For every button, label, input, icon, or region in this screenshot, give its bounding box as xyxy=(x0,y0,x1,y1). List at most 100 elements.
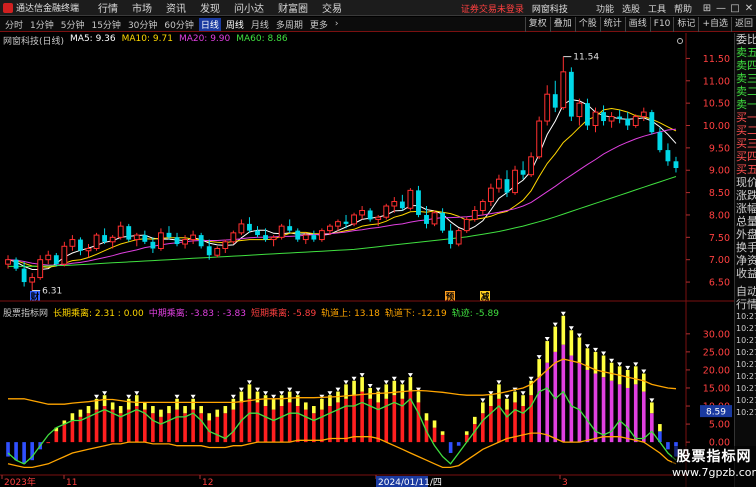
menu-bar: 通达信金融终端 行情 市场 资讯 发现 问小达 财富圈 交易 证券交易未登录 网… xyxy=(0,0,756,16)
menu-item-gongneng[interactable]: 功能 xyxy=(596,2,614,15)
period-60min[interactable]: 60分钟 xyxy=(162,18,195,31)
candle-body xyxy=(632,116,639,127)
signal-arrow xyxy=(391,376,397,381)
period-monthly[interactable]: 月线 xyxy=(249,18,271,31)
close-icon[interactable]: ✕ xyxy=(742,3,756,14)
indicator-bar xyxy=(22,442,26,464)
indicator-bar-cap xyxy=(134,395,139,407)
tick-time: 10:27 xyxy=(736,312,756,321)
candle-body xyxy=(576,102,583,118)
menu-item-wenxiaoda[interactable]: 问小达 xyxy=(234,0,264,15)
signal-arrow xyxy=(552,322,558,327)
indicator-axis-label: 5.00 xyxy=(709,420,730,431)
indicator-bar-cap xyxy=(633,366,638,385)
menu-item-jiaoyi[interactable]: 交易 xyxy=(322,0,342,15)
quote-field-10: 买五 xyxy=(736,163,756,176)
period-weekly[interactable]: 周线 xyxy=(224,18,246,31)
indicator-bar-cap xyxy=(497,384,501,399)
draw-line-button[interactable]: 画线 xyxy=(624,17,650,32)
menu-item-bangzhu[interactable]: 帮助 xyxy=(674,2,692,15)
candle-body xyxy=(190,234,197,241)
menu-item-hangqing[interactable]: 行情 xyxy=(98,0,118,15)
mark-button[interactable]: 标记 xyxy=(673,17,698,32)
menu-item-caifuquan[interactable]: 财富圈 xyxy=(278,0,308,15)
indicator-bar-cap xyxy=(199,406,203,414)
period-30min[interactable]: 30分钟 xyxy=(126,18,159,31)
signal-arrow xyxy=(584,344,590,349)
indicator-bar xyxy=(416,402,421,443)
stock-button[interactable]: 个股 xyxy=(574,17,600,32)
candle-body xyxy=(673,161,679,168)
candle-body xyxy=(318,230,325,241)
quote-field-4: 卖二 xyxy=(736,85,756,98)
indicator-bar xyxy=(481,413,485,443)
menu-item-zixun[interactable]: 资讯 xyxy=(166,0,186,15)
chevron-right-icon[interactable]: › xyxy=(333,19,341,29)
period-5min[interactable]: 5分钟 xyxy=(59,18,87,31)
indicator-bar-cap xyxy=(295,395,300,407)
period-fenshi[interactable]: 分时 xyxy=(3,18,25,31)
candle-body xyxy=(440,212,446,231)
indicator-bar xyxy=(577,362,582,443)
indicator-bar xyxy=(62,424,67,443)
back-button[interactable]: 返回 xyxy=(730,17,756,32)
adjust-button[interactable]: 复权 xyxy=(524,17,550,32)
date-axis-label: 11 xyxy=(66,478,77,487)
minimize-icon[interactable]: — xyxy=(714,3,728,14)
indicator-bar-cap xyxy=(102,395,107,407)
indicator-bar xyxy=(344,398,348,443)
indicator-axis-label: 15.00 xyxy=(703,383,730,394)
indicator-bar-cap xyxy=(263,395,268,407)
f10-button[interactable]: F10 xyxy=(649,17,674,32)
panel-item-0[interactable]: 自动 xyxy=(735,285,756,298)
quote-field-7: 买二 xyxy=(736,124,756,137)
quote-field-17: 净资 xyxy=(736,254,756,267)
indicator-bar-cap xyxy=(658,424,662,432)
candle-body xyxy=(504,179,510,193)
signal-arrow xyxy=(367,383,373,388)
panel-item-1[interactable]: 行情 xyxy=(735,298,756,311)
period-daily[interactable]: 日线 xyxy=(198,17,221,31)
indicator-bar xyxy=(231,409,236,443)
indicator-bar xyxy=(440,434,445,443)
indicator-bar-cap xyxy=(239,391,244,403)
indicator-bar-cap xyxy=(521,395,525,407)
candle-body xyxy=(657,132,663,151)
trade-login-status[interactable]: 证券交易未登录 xyxy=(461,2,524,15)
tick-time: 10:27 xyxy=(736,384,756,393)
quote-field-18: 收益 xyxy=(736,267,756,280)
period-more[interactable]: 更多 xyxy=(308,18,330,31)
indicator-bar-cap xyxy=(110,402,115,410)
signal-arrow xyxy=(383,380,389,385)
menu-item-faxian[interactable]: 发现 xyxy=(200,0,220,15)
signal-arrow xyxy=(279,391,285,396)
stats-button[interactable]: 统计 xyxy=(599,17,625,32)
period-1min[interactable]: 1分钟 xyxy=(28,18,56,31)
signal-arrow xyxy=(343,380,349,385)
app-title: 通达信金融终端 xyxy=(16,4,80,14)
indicator-bar-cap xyxy=(255,391,260,403)
ma20-line xyxy=(7,128,677,266)
signal-arrow xyxy=(641,369,647,374)
period-15min[interactable]: 15分钟 xyxy=(89,18,122,31)
signal-arrow xyxy=(134,391,140,396)
menu-item-shichang[interactable]: 市场 xyxy=(132,0,152,15)
period-multi[interactable]: 多周期 xyxy=(274,18,305,31)
layout-icon[interactable]: ⊞ xyxy=(700,3,714,14)
tick-time: 10:27 xyxy=(736,336,756,345)
overlay-button[interactable]: 叠加 xyxy=(549,17,575,32)
indicator-bar-cap xyxy=(569,330,574,356)
signal-arrow xyxy=(335,387,341,392)
indicator-bar xyxy=(312,413,316,443)
add-watchlist-button[interactable]: +自选 xyxy=(698,17,731,32)
menu-item-xuangu[interactable]: 选股 xyxy=(622,2,640,15)
maximize-icon[interactable]: □ xyxy=(728,3,742,14)
candle-body xyxy=(166,232,172,238)
date-axis-label: 12 xyxy=(202,478,213,487)
kline-chart[interactable]: 11.50 11.00 10.50 10.00 9.50 9.00 8.50 8.00 7.50… xyxy=(0,33,734,487)
indicator-bar-cap xyxy=(207,413,212,421)
candle-body xyxy=(640,111,647,118)
quote-field-11: 现价 xyxy=(736,176,756,189)
price-axis-label: 10.50 xyxy=(703,99,730,110)
menu-item-gongju[interactable]: 工具 xyxy=(648,2,666,15)
